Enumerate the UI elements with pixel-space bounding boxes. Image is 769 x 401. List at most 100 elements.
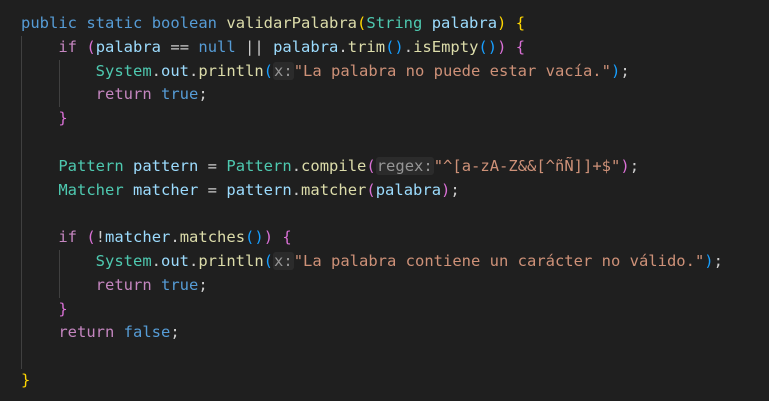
keyword-return: return bbox=[95, 85, 152, 104]
dot: . bbox=[151, 251, 161, 270]
indent-guide bbox=[21, 226, 22, 250]
keyword-null: null bbox=[198, 37, 236, 56]
var-palabra: palabra bbox=[375, 180, 442, 199]
code-line-5: } bbox=[21, 107, 769, 131]
code-line-3: System.out.println(x:"La palabra no pued… bbox=[21, 59, 769, 84]
var-matcher: matcher bbox=[133, 180, 199, 199]
brace-open: { bbox=[515, 14, 526, 32]
literal-true: true bbox=[161, 85, 199, 104]
param-name: palabra bbox=[431, 14, 498, 32]
code-line-13: } bbox=[21, 297, 769, 322]
bracket-open: ( bbox=[86, 37, 96, 56]
inlay-hint: x: bbox=[273, 251, 294, 270]
operator-not: ! bbox=[95, 228, 106, 247]
indent-guide bbox=[58, 83, 60, 108]
bracket-close: ) bbox=[704, 251, 714, 270]
dot: . bbox=[291, 156, 302, 175]
code-line-14: return false; bbox=[21, 321, 769, 346]
indent-guide bbox=[21, 59, 22, 84]
literal-true: true bbox=[161, 275, 199, 294]
bracket-pair: () bbox=[478, 37, 498, 56]
inlay-hint: x: bbox=[273, 61, 294, 80]
keyword-boolean: boolean bbox=[151, 14, 218, 32]
keyword-static: static bbox=[86, 14, 143, 32]
dot: . bbox=[338, 37, 348, 56]
param-type: String bbox=[366, 14, 423, 32]
type-matcher: Matcher bbox=[58, 180, 124, 199]
method-println: println bbox=[198, 61, 264, 80]
class-system: System bbox=[95, 251, 152, 270]
code-line-9 bbox=[21, 202, 769, 227]
literal-false: false bbox=[123, 323, 171, 342]
class-system: System bbox=[95, 61, 152, 80]
code-line-16: } bbox=[21, 369, 769, 393]
bracket-close: ) bbox=[497, 14, 507, 32]
code-line-2: if (palabra == null || palabra.trim().is… bbox=[21, 35, 769, 60]
method-trim: trim bbox=[347, 37, 386, 56]
operator-eq: == bbox=[170, 37, 190, 56]
operator-assign: = bbox=[207, 180, 218, 199]
indent-guide bbox=[21, 107, 22, 131]
inlay-hint: regex: bbox=[375, 156, 434, 175]
keyword-if: if bbox=[58, 37, 77, 56]
code-line-7: Pattern pattern = Pattern.compile(regex:… bbox=[21, 154, 769, 179]
string-literal: "La palabra contiene un carácter no váli… bbox=[293, 251, 705, 270]
code-line-12: return true; bbox=[21, 273, 769, 298]
code-editor[interactable]: public static boolean validarPalabra(Str… bbox=[0, 0, 769, 401]
var-pattern: pattern bbox=[133, 156, 199, 175]
operator-assign: = bbox=[207, 156, 218, 175]
brace-open: { bbox=[282, 228, 292, 247]
indent-guide bbox=[21, 154, 22, 179]
indent-guide bbox=[58, 59, 60, 84]
indent-guide bbox=[21, 345, 22, 369]
string-literal: "La palabra no puede estar vacía." bbox=[293, 61, 611, 80]
var-palabra: palabra bbox=[95, 37, 162, 56]
keyword-public: public bbox=[21, 14, 77, 32]
var-matcher: matcher bbox=[105, 228, 171, 247]
keyword-return: return bbox=[58, 323, 115, 342]
semicolon: ; bbox=[170, 323, 180, 342]
bracket-close: ) bbox=[263, 228, 274, 247]
indent-guide bbox=[21, 273, 22, 298]
brace-close: } bbox=[58, 109, 68, 128]
bracket-open: ( bbox=[357, 14, 367, 32]
code-line-15 bbox=[21, 345, 769, 369]
semicolon: ; bbox=[198, 85, 208, 104]
field-out: out bbox=[161, 61, 189, 80]
code-line-4: return true; bbox=[21, 83, 769, 108]
brace-close: } bbox=[21, 370, 31, 389]
semicolon: ; bbox=[713, 251, 723, 270]
code-line-11: System.out.println(x:"La palabra contien… bbox=[21, 249, 769, 274]
bracket-pair: () bbox=[385, 37, 404, 56]
semicolon: ; bbox=[450, 180, 460, 199]
keyword-return: return bbox=[95, 275, 152, 294]
bracket-open: ( bbox=[366, 180, 376, 199]
dot: . bbox=[403, 37, 414, 56]
indent-guide bbox=[21, 178, 22, 203]
indent-guide bbox=[21, 130, 22, 155]
indent-guide bbox=[21, 249, 22, 274]
code-line-6 bbox=[21, 130, 769, 155]
indent-guide bbox=[21, 35, 22, 60]
semicolon: ; bbox=[629, 156, 640, 175]
class-pattern: Pattern bbox=[226, 156, 292, 175]
indent-guide bbox=[21, 83, 22, 108]
dot: . bbox=[170, 228, 180, 247]
bracket-pair: () bbox=[245, 228, 264, 247]
indent-guide bbox=[21, 202, 22, 227]
bracket-close: ) bbox=[620, 156, 630, 175]
code-line-10: if (!matcher.matches()) { bbox=[21, 226, 769, 250]
indent-guide bbox=[21, 321, 22, 346]
code-line-8: Matcher matcher = pattern.matcher(palabr… bbox=[21, 178, 769, 203]
dot: . bbox=[151, 61, 161, 80]
string-literal: "^[a-zA-Z&&[^ñÑ]]+$" bbox=[433, 156, 621, 175]
bracket-open: ( bbox=[86, 228, 96, 247]
method-matcher: matcher bbox=[301, 180, 367, 199]
brace-close: } bbox=[58, 299, 68, 318]
dot: . bbox=[189, 251, 199, 270]
method-println: println bbox=[198, 251, 264, 270]
method-isempty: isEmpty bbox=[413, 37, 479, 56]
bracket-open: ( bbox=[263, 251, 274, 270]
semicolon: ; bbox=[620, 61, 630, 80]
keyword-if: if bbox=[58, 228, 77, 247]
